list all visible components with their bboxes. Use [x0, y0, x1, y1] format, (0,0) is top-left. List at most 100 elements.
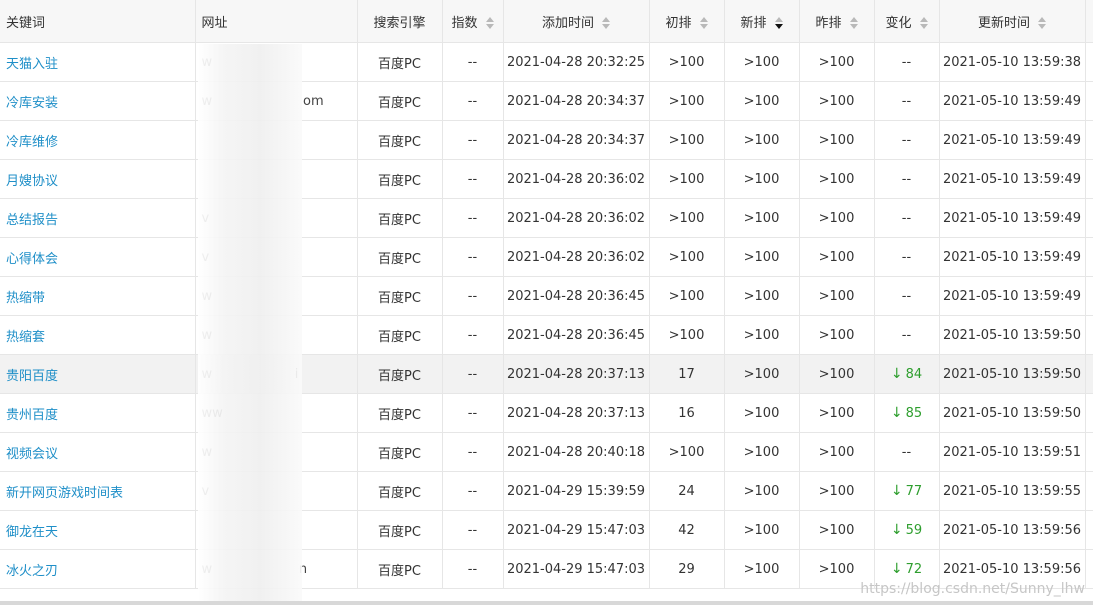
sort-icon[interactable]: [699, 17, 708, 29]
keyword-cell[interactable]: 冷库安装: [0, 81, 196, 121]
keyword-link[interactable]: 冰火之刃: [6, 564, 58, 579]
index-cell: --: [442, 393, 504, 433]
keyword-link[interactable]: 御龙在天: [6, 525, 58, 540]
added-time-cell: 2021-04-28 20:36:45: [503, 276, 650, 316]
index-cell: --: [442, 120, 504, 160]
header-yesterday[interactable]: 昨排: [799, 0, 875, 43]
header-initial[interactable]: 初排: [649, 0, 725, 43]
change-value: 77: [905, 484, 923, 499]
table-row: 视频会议w百度PC--2021-04-28 20:40:18>100>100>1…: [0, 432, 1093, 472]
spacer-cell: [1085, 510, 1093, 550]
added-time-cell: 2021-04-29 15:47:03: [503, 510, 650, 550]
keyword-cell[interactable]: 天猫入驻: [0, 42, 196, 82]
added-time-cell: 2021-04-28 20:36:02: [503, 237, 650, 277]
initial-rank-cell: >100: [649, 120, 725, 160]
change-cell: --: [874, 315, 940, 355]
change-cell: ↓ 77: [874, 471, 940, 511]
keyword-cell[interactable]: 热缩套: [0, 315, 196, 355]
keyword-cell[interactable]: 新开网页游戏时间表: [0, 471, 196, 511]
keyword-link[interactable]: 热缩套: [6, 330, 45, 345]
yesterday-rank-cell: >100: [799, 42, 875, 82]
keyword-link[interactable]: 冷库维修: [6, 135, 58, 150]
keyword-cell[interactable]: 御龙在天: [0, 510, 196, 550]
keyword-cell[interactable]: 冰火之刃: [0, 549, 196, 589]
updated-time-cell: 2021-05-10 13:59:50: [939, 393, 1086, 433]
yesterday-rank-cell: >100: [799, 237, 875, 277]
sort-icon[interactable]: [602, 17, 610, 29]
engine-cell: 百度PC: [357, 81, 443, 121]
sort-icon[interactable]: [485, 17, 494, 29]
header-updated[interactable]: 更新时间: [939, 0, 1086, 43]
table-row: 总结报告v百度PC--2021-04-28 20:36:02>100>100>1…: [0, 198, 1093, 238]
keyword-cell[interactable]: 月嫂协议: [0, 159, 196, 199]
added-time-cell: 2021-04-28 20:36:02: [503, 198, 650, 238]
header-keyword: 关键词: [0, 0, 196, 43]
new-rank-cell: >100: [724, 471, 800, 511]
index-cell: --: [442, 81, 504, 121]
new-rank-cell: >100: [724, 198, 800, 238]
spacer-cell: [1085, 393, 1093, 433]
keyword-link[interactable]: 月嫂协议: [6, 174, 58, 189]
engine-cell: 百度PC: [357, 42, 443, 82]
down-arrow-icon: ↓: [890, 366, 903, 382]
initial-rank-cell: >100: [649, 315, 725, 355]
new-rank-cell: >100: [724, 159, 800, 199]
added-time-cell: 2021-04-28 20:37:13: [503, 393, 650, 433]
new-rank-cell: >100: [724, 510, 800, 550]
keyword-link[interactable]: 总结报告: [6, 213, 58, 228]
header-added[interactable]: 添加时间: [503, 0, 650, 43]
initial-rank-cell: >100: [649, 198, 725, 238]
index-cell: --: [442, 237, 504, 277]
engine-cell: 百度PC: [357, 276, 443, 316]
change-value: 72: [905, 562, 923, 577]
keyword-link[interactable]: 新开网页游戏时间表: [6, 486, 123, 501]
spacer-cell: [1085, 276, 1093, 316]
keyword-link[interactable]: 热缩带: [6, 291, 45, 306]
engine-cell: 百度PC: [357, 354, 443, 394]
index-cell: --: [442, 549, 504, 589]
change-value: 84: [905, 367, 923, 382]
initial-rank-cell: 24: [649, 471, 725, 511]
keyword-cell[interactable]: 总结报告: [0, 198, 196, 238]
sort-icon[interactable]: [849, 17, 858, 29]
updated-time-cell: 2021-05-10 13:59:51: [939, 432, 1086, 472]
table-row: 天猫入驻w百度PC--2021-04-28 20:32:25>100>100>1…: [0, 42, 1093, 82]
new-rank-cell: >100: [724, 237, 800, 277]
sort-icon[interactable]: [1038, 17, 1046, 29]
engine-cell: 百度PC: [357, 237, 443, 277]
keyword-cell[interactable]: 贵阳百度: [0, 354, 196, 394]
index-cell: --: [442, 42, 504, 82]
header-new[interactable]: 新排: [724, 0, 800, 43]
new-rank-cell: >100: [724, 354, 800, 394]
added-time-cell: 2021-04-29 15:39:59: [503, 471, 650, 511]
keyword-cell[interactable]: 心得体会: [0, 237, 196, 277]
initial-rank-cell: >100: [649, 42, 725, 82]
yesterday-rank-cell: >100: [799, 81, 875, 121]
sort-icon[interactable]: [919, 17, 928, 29]
header-index[interactable]: 指数: [442, 0, 504, 43]
keyword-cell[interactable]: 贵州百度: [0, 393, 196, 433]
added-time-cell: 2021-04-28 20:34:37: [503, 81, 650, 121]
spacer-cell: [1085, 549, 1093, 589]
sort-desc-icon[interactable]: [774, 17, 783, 29]
keyword-link[interactable]: 心得体会: [6, 252, 58, 267]
keyword-link[interactable]: 贵州百度: [6, 408, 58, 423]
engine-cell: 百度PC: [357, 510, 443, 550]
index-cell: --: [442, 198, 504, 238]
header-change[interactable]: 变化: [874, 0, 940, 43]
yesterday-rank-cell: >100: [799, 354, 875, 394]
updated-time-cell: 2021-05-10 13:59:50: [939, 354, 1086, 394]
keyword-cell[interactable]: 热缩带: [0, 276, 196, 316]
index-cell: --: [442, 354, 504, 394]
spacer-cell: [1085, 42, 1093, 82]
keyword-link[interactable]: 贵阳百度: [6, 369, 58, 384]
keyword-cell[interactable]: 冷库维修: [0, 120, 196, 160]
keyword-link[interactable]: 视频会议: [6, 447, 58, 462]
engine-cell: 百度PC: [357, 198, 443, 238]
keyword-link[interactable]: 天猫入驻: [6, 57, 58, 72]
header-url: 网址: [195, 0, 358, 43]
horizontal-scrollbar[interactable]: [0, 601, 1093, 605]
change-cell: ↓ 59: [874, 510, 940, 550]
keyword-cell[interactable]: 视频会议: [0, 432, 196, 472]
keyword-link[interactable]: 冷库安装: [6, 96, 58, 111]
